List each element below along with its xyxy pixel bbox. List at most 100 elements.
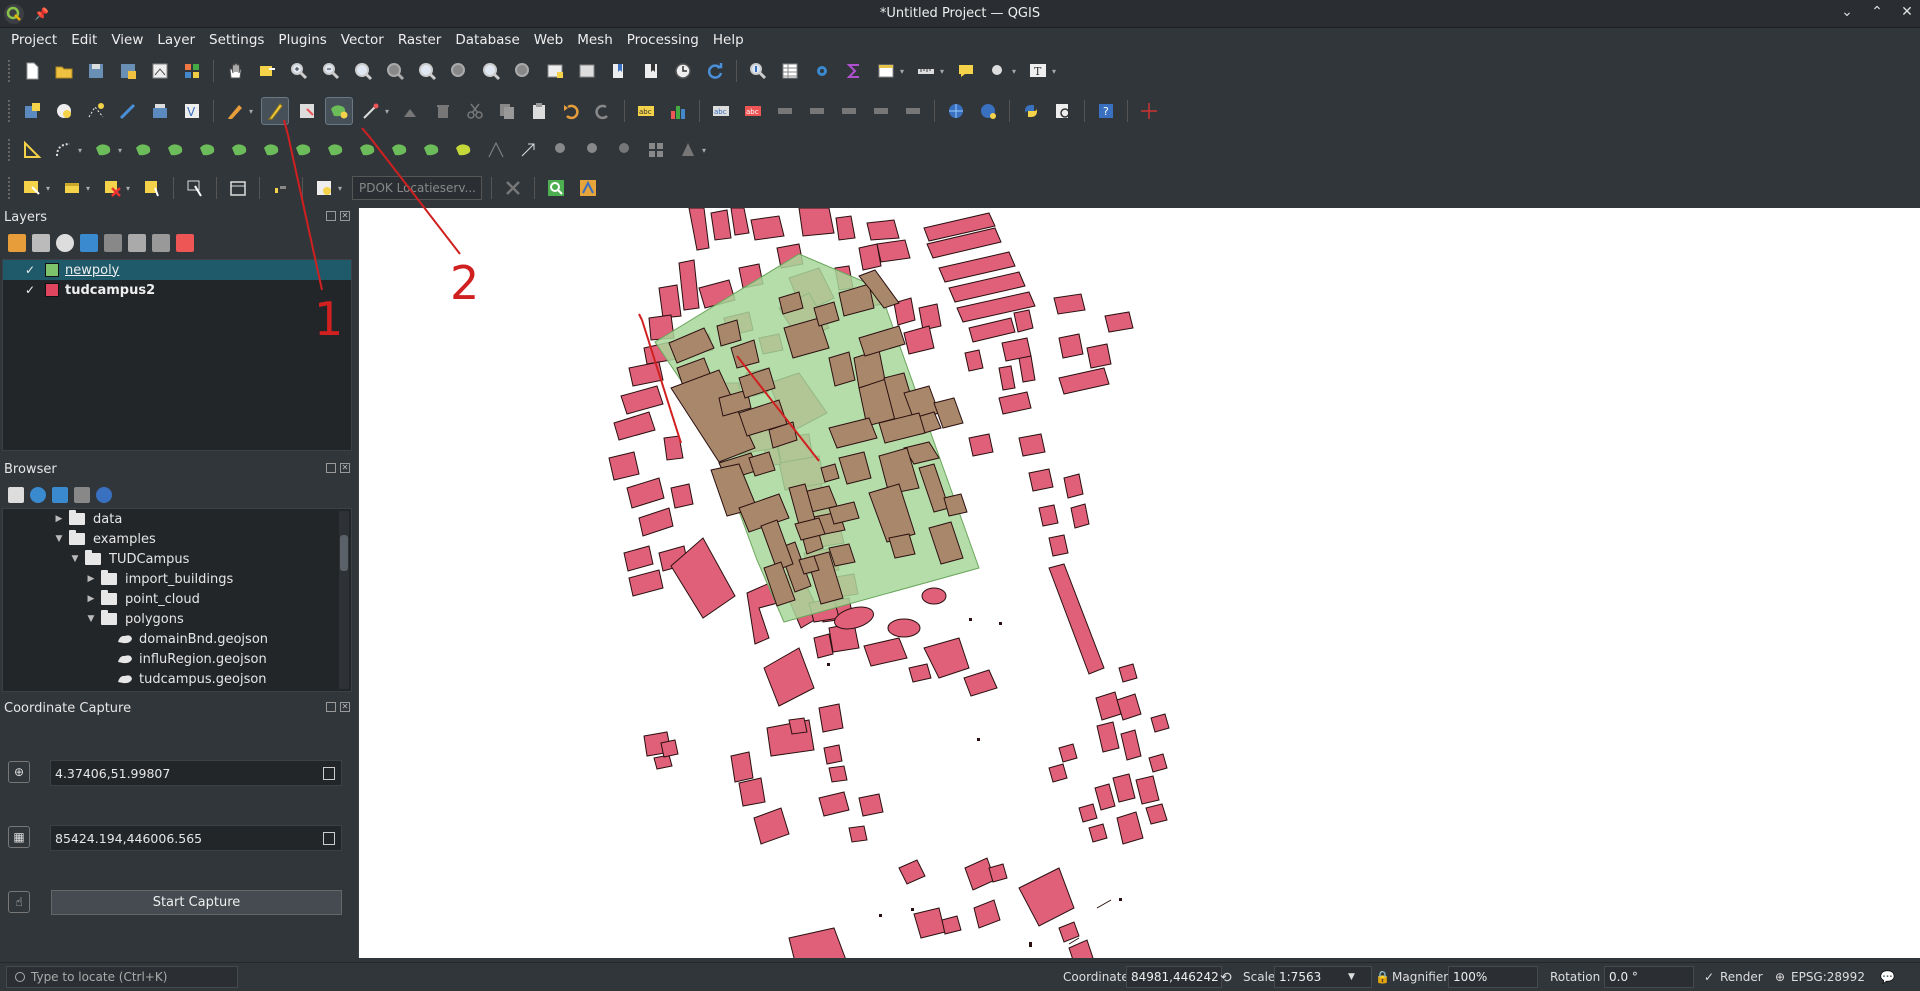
toolbox-button[interactable] xyxy=(808,57,836,85)
snapping-button[interactable] xyxy=(267,174,295,202)
start-capture-button[interactable]: Start Capture xyxy=(51,890,342,915)
tree-item-point-cloud[interactable]: ▶ point_cloud xyxy=(3,589,351,609)
show-bookmarks-button[interactable] xyxy=(637,57,665,85)
add-polygon-feature-button[interactable] xyxy=(325,97,353,125)
chevron-down-icon[interactable]: ▾ xyxy=(249,107,257,116)
diagram-button[interactable] xyxy=(664,97,692,125)
clear-locator-button[interactable] xyxy=(499,174,527,202)
offset-curve-button[interactable] xyxy=(226,136,254,164)
menu-settings[interactable]: Settings xyxy=(202,32,271,48)
move-feature-button[interactable] xyxy=(578,136,606,164)
close-panel-icon[interactable]: ✕ xyxy=(340,211,350,221)
expand-arrow-icon[interactable]: ▼ xyxy=(53,534,65,544)
chevron-down-icon[interactable]: ▾ xyxy=(118,146,126,155)
layer-item-newpoly[interactable]: ✓ newpoly xyxy=(3,260,351,280)
advanced-digitizing-button[interactable] xyxy=(18,136,46,164)
delete-ring-button[interactable] xyxy=(354,136,382,164)
metasearch-button[interactable] xyxy=(1049,97,1077,125)
rotation-spinbox[interactable]: 0.0 ° xyxy=(1604,966,1694,988)
chevron-down-icon[interactable]: ▼ xyxy=(1348,972,1355,982)
reverse-line-button[interactable] xyxy=(450,136,478,164)
new-temporary-layer-button[interactable] xyxy=(82,97,110,125)
save-project-button[interactable] xyxy=(82,57,110,85)
copy-icon[interactable] xyxy=(323,832,335,845)
pin-icon[interactable]: 📌 xyxy=(34,7,49,21)
digitize-with-segment-button[interactable] xyxy=(114,97,142,125)
float-panel-icon[interactable] xyxy=(326,702,336,712)
highlight-labels-button[interactable]: abc xyxy=(739,97,767,125)
refresh-icon[interactable] xyxy=(30,487,46,503)
pan-map-button[interactable] xyxy=(221,57,249,85)
pdok-locator-input[interactable]: PDOK Locatieserv... xyxy=(352,176,482,200)
toolbar-grip[interactable] xyxy=(8,100,12,122)
maximize-icon[interactable]: ⌃ xyxy=(1870,4,1884,20)
projected-coordinate-field[interactable]: 85424.194,446006.565 xyxy=(50,825,342,851)
tree-item-import-buildings[interactable]: ▶ import_buildings xyxy=(3,569,351,589)
new-geopackage-layer-button[interactable] xyxy=(50,97,78,125)
chevron-down-icon[interactable]: ▾ xyxy=(385,107,393,116)
split-grid-button[interactable] xyxy=(642,136,670,164)
merge-features-button[interactable] xyxy=(322,136,350,164)
statistics-button[interactable] xyxy=(840,57,868,85)
chevron-down-icon[interactable]: ▾ xyxy=(86,184,94,193)
scrollbar-thumb[interactable] xyxy=(340,535,348,571)
copy-move-button[interactable] xyxy=(610,136,638,164)
move-label-button[interactable] xyxy=(771,97,799,125)
expand-all-icon[interactable] xyxy=(128,234,146,252)
menu-plugins[interactable]: Plugins xyxy=(271,32,333,48)
open-attribute-table-button[interactable] xyxy=(776,57,804,85)
magnifier-spinbox[interactable]: 100% xyxy=(1448,966,1538,988)
expand-arrow-icon[interactable]: ▼ xyxy=(69,554,81,564)
locator-search-input[interactable]: Type to locate (Ctrl+K) xyxy=(6,966,238,988)
redo-button[interactable] xyxy=(589,97,617,125)
collapse-all-icon[interactable] xyxy=(74,487,90,503)
scale-feature-button[interactable] xyxy=(546,136,574,164)
menu-project[interactable]: Project xyxy=(4,32,64,48)
pdok-locator-button[interactable] xyxy=(310,174,338,202)
menu-help[interactable]: Help xyxy=(706,32,751,48)
filter-browser-icon[interactable] xyxy=(52,487,68,503)
zoom-full-button[interactable] xyxy=(349,57,377,85)
chevron-down-icon[interactable]: ▾ xyxy=(338,184,346,193)
tree-item-data[interactable]: ▶ data xyxy=(3,509,351,529)
chevron-down-icon[interactable]: ▾ xyxy=(78,146,86,155)
identify-features-button[interactable] xyxy=(744,57,772,85)
tree-item-polygons[interactable]: ▼ polygons xyxy=(3,609,351,629)
cut-features-button[interactable] xyxy=(461,97,489,125)
simplify-button[interactable] xyxy=(418,136,446,164)
annotation-button[interactable] xyxy=(984,57,1012,85)
menu-database[interactable]: Database xyxy=(448,32,526,48)
crs-globe-icon[interactable]: ⊕ xyxy=(1775,970,1785,984)
select-by-expression-button[interactable] xyxy=(58,174,86,202)
layer-visibility-checkbox[interactable]: ✓ xyxy=(25,284,37,296)
show-hide-labels-button[interactable] xyxy=(867,97,895,125)
float-panel-icon[interactable] xyxy=(326,463,336,473)
split-features-button[interactable] xyxy=(258,136,286,164)
close-panel-icon[interactable]: ✕ xyxy=(340,702,350,712)
filter-legend-icon[interactable] xyxy=(104,234,122,252)
toggle-extent-icon[interactable]: ⟲ xyxy=(1220,970,1232,986)
chevron-down-icon[interactable]: ▾ xyxy=(126,184,134,193)
pin-labels-button[interactable]: abc xyxy=(707,97,735,125)
label-properties-button[interactable] xyxy=(899,97,927,125)
expand-arrow-icon[interactable]: ▶ xyxy=(85,574,97,584)
save-as-button[interactable] xyxy=(114,57,142,85)
select-features-button[interactable] xyxy=(18,174,46,202)
menu-edit[interactable]: Edit xyxy=(64,32,104,48)
deselect-features-button[interactable] xyxy=(98,174,126,202)
field-calculator-button[interactable] xyxy=(872,57,900,85)
reshape-button[interactable] xyxy=(194,136,222,164)
track-mouse-icon[interactable]: ☝ xyxy=(8,891,30,913)
tree-item-tudcampus-geojson[interactable]: tudcampus.geojson xyxy=(3,669,351,689)
paste-features-button[interactable] xyxy=(525,97,553,125)
map-tips-button[interactable] xyxy=(952,57,980,85)
layer-visibility-checkbox[interactable]: ✓ xyxy=(25,264,37,276)
fill-ring-button[interactable] xyxy=(162,136,190,164)
menu-mesh[interactable]: Mesh xyxy=(570,32,620,48)
zoom-to-selection-button[interactable] xyxy=(381,57,409,85)
chevron-down-icon[interactable]: ▾ xyxy=(1012,67,1020,76)
add-selected-layers-icon[interactable] xyxy=(8,487,24,503)
chevron-down-icon[interactable]: ▾ xyxy=(1052,67,1060,76)
pan-to-selection-button[interactable] xyxy=(253,57,281,85)
add-group-icon[interactable] xyxy=(32,234,50,252)
